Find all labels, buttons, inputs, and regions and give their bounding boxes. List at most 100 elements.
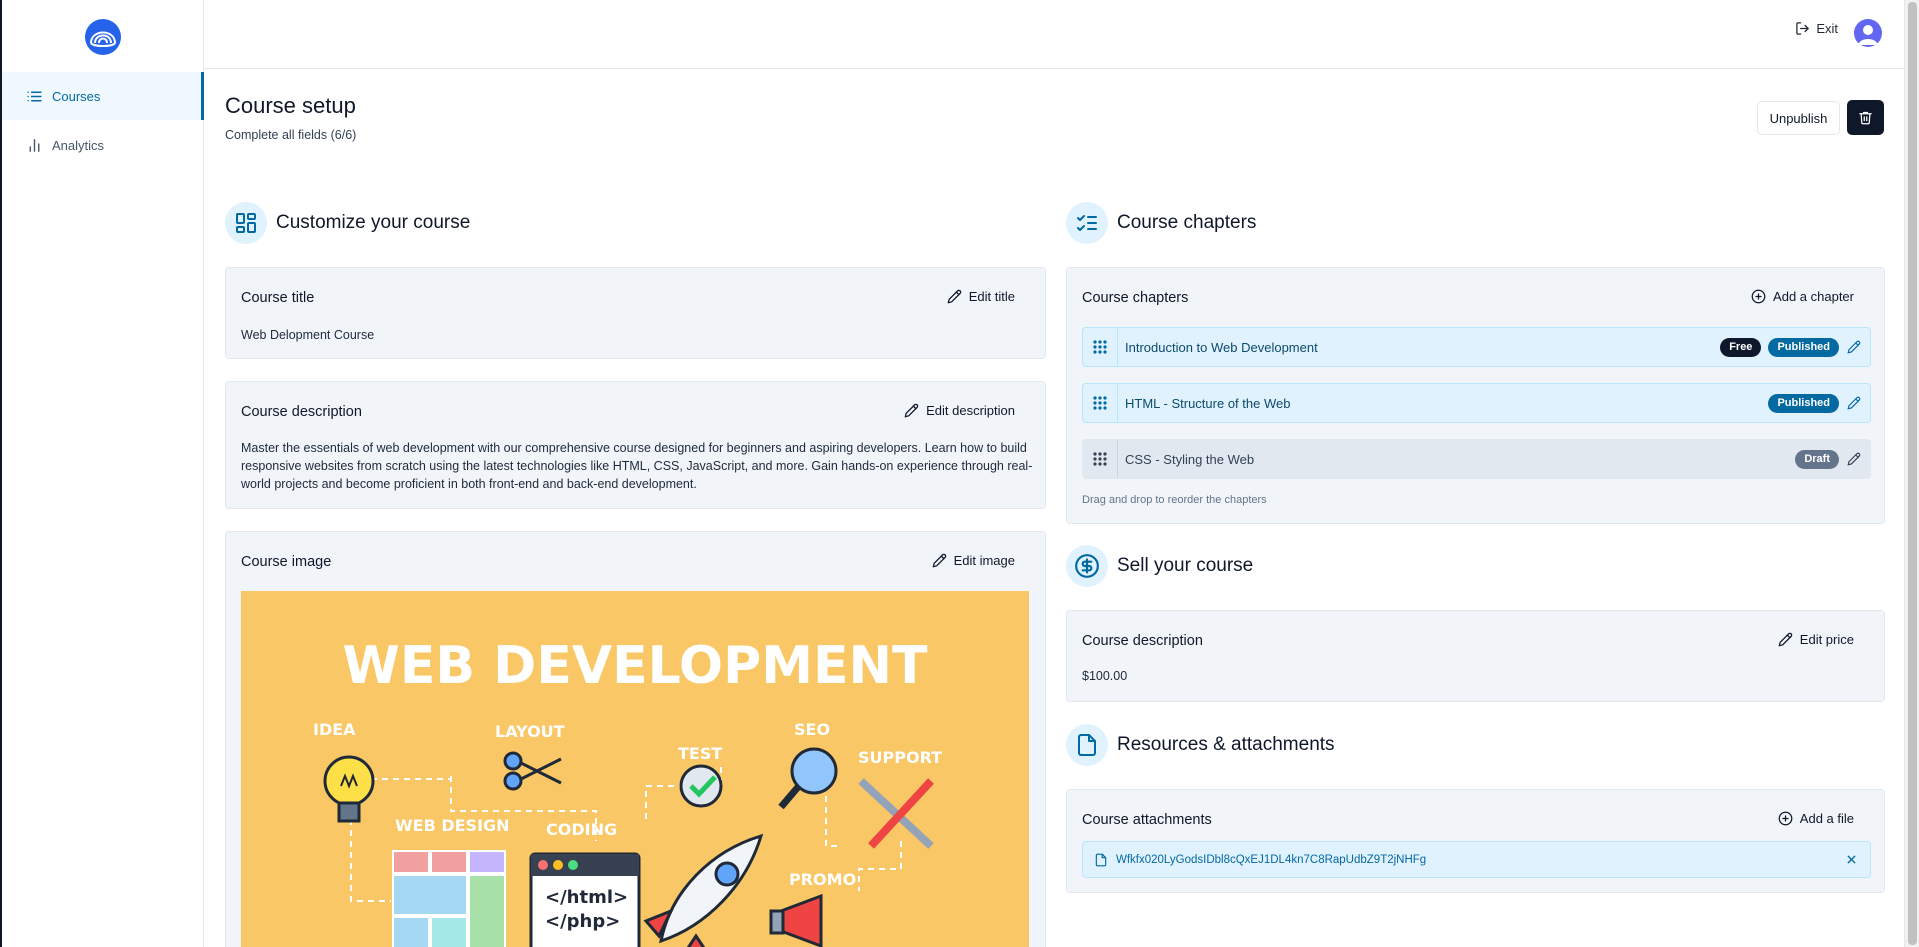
logo-icon[interactable] <box>83 17 123 57</box>
edit-chapter-button[interactable] <box>1847 396 1861 410</box>
edit-chapter-button[interactable] <box>1847 340 1861 354</box>
image-label-web-design: WEB DESIGN <box>395 816 510 835</box>
image-headline: WEB DEVELOPMENT <box>343 636 928 696</box>
image-label-coding: CODING <box>546 820 617 839</box>
pencil-icon <box>1847 396 1861 410</box>
card-label: Course image <box>241 554 332 570</box>
pencil-icon <box>947 289 961 304</box>
edit-description-button[interactable]: Edit description <box>904 403 1015 418</box>
plus-circle-icon <box>1778 811 1793 826</box>
customize-heading: Customize your course <box>225 202 470 244</box>
edit-image-button[interactable]: Edit image <box>932 553 1015 568</box>
card-label: Course title <box>241 290 315 306</box>
exit-label: Exit <box>1816 21 1838 36</box>
course-title-card: Course title Edit title Web Delopment Co… <box>225 267 1046 359</box>
section-title: Sell your course <box>1117 555 1254 576</box>
chapter-item[interactable]: HTML - Structure of the Web Published <box>1082 383 1871 423</box>
chapters-heading: Course chapters <box>1066 202 1256 244</box>
card-label: Course description <box>1082 633 1203 649</box>
edit-price-button[interactable]: Edit price <box>1778 632 1854 647</box>
code-window-icon: </html> </php> <box>529 852 641 947</box>
course-price-value: $100.00 <box>1082 669 1128 683</box>
exit-button[interactable]: Exit <box>1795 21 1838 36</box>
pencil-icon <box>1778 632 1793 647</box>
course-chapters-card: Course chapters Add a chapter Introducti… <box>1066 267 1885 524</box>
course-price-card: Course description Edit price $100.00 <box>1066 610 1885 702</box>
layout-dashboard-icon <box>225 202 267 244</box>
bar-chart-icon <box>29 138 40 152</box>
list-icon <box>27 91 42 101</box>
dollar-circle-icon <box>1066 545 1108 587</box>
free-badge: Free <box>1720 337 1762 357</box>
course-description-value: Master the essentials of web development… <box>241 441 1033 491</box>
attachment-name: Wfkfx020LyGodsIDbl8cQxEJ1DL4kn7C8RapUdbZ… <box>1116 853 1427 866</box>
edit-title-button[interactable]: Edit title <box>947 289 1015 304</box>
file-icon <box>1095 853 1107 866</box>
image-label-idea: IDEA <box>313 720 356 739</box>
card-label: Course description <box>241 404 362 420</box>
scrollbar-thumb[interactable] <box>1908 2 1917 945</box>
course-description-card: Course description Edit description Mast… <box>225 381 1046 509</box>
plus-circle-icon <box>1751 289 1766 304</box>
edit-description-label: Edit description <box>926 403 1015 418</box>
edit-title-label: Edit title <box>968 289 1015 304</box>
logout-icon <box>1796 22 1810 35</box>
page-title: Course setup <box>225 93 356 118</box>
completion-status: Complete all fields (6/6) <box>225 128 357 142</box>
chapter-title: HTML - Structure of the Web <box>1125 395 1291 411</box>
code-line-php: </php> <box>545 911 620 932</box>
image-label-support: SUPPORT <box>858 748 942 767</box>
add-chapter-button[interactable]: Add a chapter <box>1751 289 1854 304</box>
sidebar: Courses Analytics <box>2 0 204 947</box>
sidebar-item-label: Analytics <box>52 137 105 153</box>
status-badge: Draft <box>1795 449 1839 469</box>
pencil-icon <box>1847 340 1861 354</box>
chapter-item[interactable]: CSS - Styling the Web Draft <box>1082 439 1871 479</box>
drag-handle-icon[interactable] <box>1083 384 1118 422</box>
code-line-html: </html> <box>545 887 628 908</box>
file-icon <box>1066 724 1108 766</box>
pencil-icon <box>1847 452 1861 466</box>
trash-icon <box>1859 111 1872 125</box>
chapter-item[interactable]: Introduction to Web Development Free Pub… <box>1082 327 1871 367</box>
drag-handle-icon[interactable] <box>1083 440 1118 478</box>
add-file-button[interactable]: Add a file <box>1778 811 1854 826</box>
add-chapter-label: Add a chapter <box>1773 289 1854 304</box>
course-attachments-card: Course attachments Add a file Wfkfx020Ly… <box>1066 789 1885 893</box>
card-label: Course chapters <box>1082 290 1189 306</box>
attachment-item[interactable]: Wfkfx020LyGodsIDbl8cQxEJ1DL4kn7C8RapUdbZ… <box>1082 841 1871 878</box>
avatar[interactable] <box>1854 19 1882 47</box>
card-label: Course attachments <box>1082 812 1212 828</box>
chapter-title: CSS - Styling the Web <box>1125 451 1255 467</box>
checkmark-icon <box>679 764 723 808</box>
drag-hint: Drag and drop to reorder the chapters <box>1082 494 1267 506</box>
sidebar-item-analytics[interactable]: Analytics <box>2 121 204 169</box>
sidebar-item-label: Courses <box>52 88 101 104</box>
section-title: Resources & attachments <box>1117 734 1335 755</box>
unpublish-button[interactable]: Unpublish <box>1757 101 1840 135</box>
section-title: Course chapters <box>1117 212 1257 233</box>
section-title: Customize your course <box>276 212 471 233</box>
image-label-promo: PROMO <box>789 870 856 889</box>
status-badge: Published <box>1768 337 1839 357</box>
pencil-icon <box>904 403 919 418</box>
delete-button[interactable] <box>1847 100 1884 135</box>
design-grid-icon <box>392 850 506 947</box>
sidebar-item-courses[interactable]: Courses <box>2 72 204 120</box>
list-checks-icon <box>1066 202 1108 244</box>
edit-price-label: Edit price <box>1799 632 1854 647</box>
close-icon <box>1847 855 1856 864</box>
add-file-label: Add a file <box>1799 811 1854 826</box>
edit-image-label: Edit image <box>953 553 1015 568</box>
course-title-value: Web Delopment Course <box>241 328 375 342</box>
drag-handle-icon[interactable] <box>1083 328 1118 366</box>
user-icon <box>1858 25 1878 45</box>
edit-chapter-button[interactable] <box>1847 452 1861 466</box>
remove-attachment-button[interactable] <box>1845 853 1858 866</box>
image-label-test: TEST <box>678 744 722 763</box>
scrollbar[interactable] <box>1904 0 1919 947</box>
pencil-icon <box>932 553 946 568</box>
course-image-card: Course image Edit image WEB DEVELOPMENT … <box>225 531 1046 947</box>
image-label-layout: LAYOUT <box>495 722 565 741</box>
topbar: Exit <box>204 0 1904 69</box>
